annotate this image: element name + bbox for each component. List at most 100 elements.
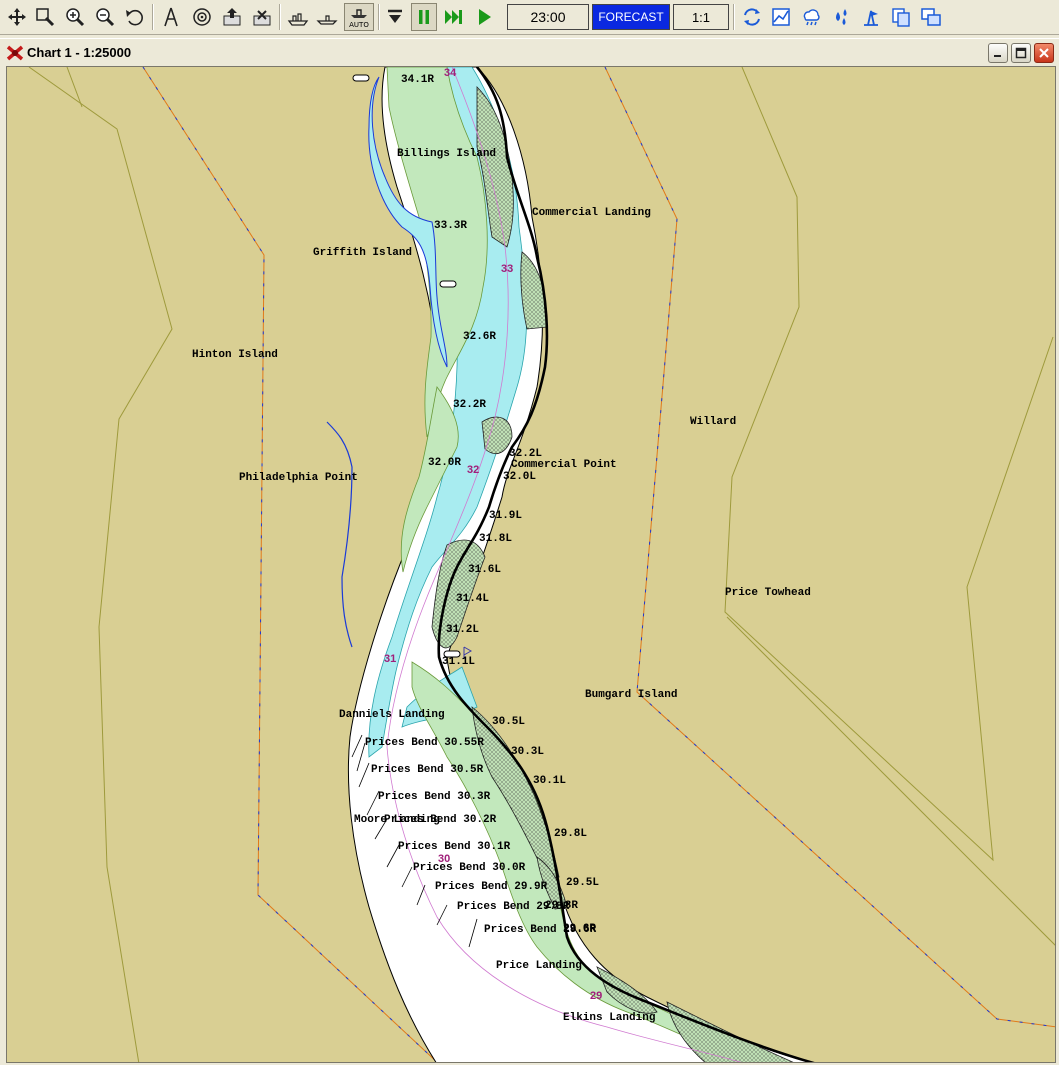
import-button[interactable] — [249, 3, 275, 31]
mile-marker-label: 32.2L — [509, 448, 543, 460]
prices-bend-label: Prices Bend 29.8R — [457, 901, 570, 913]
play-button[interactable] — [471, 3, 497, 31]
mile-marker-label: 32.2R — [453, 399, 487, 411]
zoom-out-button[interactable] — [92, 3, 118, 31]
mile-marker-label: 30.1L — [533, 775, 567, 787]
maximize-button[interactable] — [1011, 43, 1031, 63]
place-label: Willard — [690, 416, 737, 428]
place-label: Commercial Point — [511, 459, 617, 471]
place-label: Hinton Island — [192, 349, 278, 361]
place-label: Price Towhead — [725, 587, 811, 599]
mile-marker-label: 33.3R — [434, 220, 468, 232]
creek — [326, 421, 353, 648]
mile-marker-label: 31.8L — [479, 533, 513, 545]
scale-ratio-display[interactable]: 1:1 — [673, 4, 729, 30]
contour-line — [66, 67, 83, 108]
prices-bend-label: Prices Bend 29.6R — [484, 924, 597, 936]
window-title: Chart 1 - 1:25000 — [27, 45, 132, 60]
target-icon — [193, 8, 211, 26]
auto-label: AUTO — [349, 21, 369, 29]
undo-arrow-icon — [126, 9, 143, 26]
prices-bend-label: Prices Bend 29.9R — [435, 881, 548, 893]
water-level-button[interactable] — [828, 3, 854, 31]
copy-pages-icon — [892, 8, 910, 27]
river-mile-number: 30 — [438, 853, 451, 865]
contour-line — [726, 616, 1055, 946]
chart-window-titlebar[interactable]: Chart 1 - 1:25000 — [0, 38, 1059, 66]
mile-marker-label: 32.0R — [428, 457, 462, 469]
pan-tool-button[interactable] — [4, 3, 30, 31]
close-button[interactable] — [1034, 43, 1054, 63]
mile-marker-label: 31.6L — [468, 564, 502, 576]
prices-bend-label: Prices Bend 30.1R — [398, 841, 511, 853]
toolbar: AUTO 23:00 FORECAST 1:1 — [0, 0, 1059, 35]
time-display[interactable]: 23:00 — [507, 4, 589, 30]
windows-icon — [921, 8, 941, 26]
step-down-icon — [388, 9, 402, 23]
prices-bend-label: Prices Bend 30.5R — [371, 764, 484, 776]
chart-map-area[interactable]: Billings Island Commercial Landing Griff… — [6, 66, 1056, 1063]
target-button[interactable] — [189, 3, 215, 31]
export-button[interactable] — [219, 3, 245, 31]
chart-graph-icon — [772, 8, 790, 26]
rotate-arrows-icon — [744, 8, 760, 26]
river-mile-number: 32 — [467, 464, 480, 476]
prices-bend-label: Prices Bend 30.0R — [413, 862, 526, 874]
navigation-aid-button[interactable] — [858, 3, 884, 31]
pan-arrows-icon — [8, 8, 26, 26]
compass-divider-icon — [164, 7, 178, 27]
profile-chart-button[interactable] — [768, 3, 794, 31]
weather-button[interactable] — [798, 3, 824, 31]
zoom-window-button[interactable] — [32, 3, 58, 31]
rotate-view-button[interactable] — [739, 3, 765, 31]
mile-marker-label: 32.6R — [463, 331, 497, 343]
cloud-rain-icon — [803, 9, 820, 26]
lock-symbol — [439, 280, 457, 288]
close-icon — [1039, 48, 1049, 58]
mile-marker-label: 34.1R — [401, 74, 435, 86]
minimize-button[interactable] — [988, 43, 1008, 63]
fast-forward-button[interactable] — [441, 3, 467, 31]
step-button[interactable] — [382, 3, 408, 31]
place-label: Commercial Landing — [532, 207, 651, 219]
boundary-line — [604, 67, 1055, 1028]
place-label: Elkins Landing — [563, 1012, 656, 1024]
contour-line — [724, 67, 1054, 862]
chart-app-icon — [6, 45, 24, 61]
mile-marker-label: 31.4L — [456, 593, 490, 605]
pause-button[interactable] — [411, 3, 437, 31]
auto-follow-button[interactable]: AUTO — [344, 3, 374, 31]
mile-marker-label: 29.5L — [566, 877, 600, 889]
beacon-icon — [864, 10, 878, 26]
tile-windows-button[interactable] — [918, 3, 944, 31]
pause-icon — [419, 10, 429, 24]
play-icon — [479, 9, 491, 25]
copy-chart-button[interactable] — [888, 3, 914, 31]
export-tray-icon — [223, 8, 241, 26]
vessel-outline-button[interactable] — [314, 3, 340, 31]
place-label: Danniels Landing — [339, 709, 445, 721]
contour-line — [28, 67, 173, 1062]
fast-forward-icon — [445, 10, 462, 24]
vessel-view-button[interactable] — [285, 3, 311, 31]
boat-outline-icon — [316, 15, 338, 25]
place-label: Billings Island — [397, 148, 497, 160]
place-label: Philadelphia Point — [239, 472, 358, 484]
prices-bend-label: Prices Bend 30.3R — [378, 791, 491, 803]
river-mile-number: 31 — [384, 653, 397, 665]
forecast-button[interactable]: FORECAST — [592, 4, 670, 30]
mile-marker-label: 30.5L — [492, 716, 526, 728]
maximize-icon — [1015, 47, 1027, 59]
place-label: Bumgard Island — [585, 689, 678, 701]
river-mile-number: 33 — [501, 263, 514, 275]
zoom-in-button[interactable] — [62, 3, 88, 31]
vessel-icon — [287, 13, 309, 26]
water-drops-icon — [836, 9, 847, 25]
import-tray-icon — [253, 10, 271, 26]
mile-marker-label: 29.8L — [554, 828, 588, 840]
measure-tool-button[interactable] — [158, 3, 184, 31]
place-label: Price Landing — [496, 960, 582, 972]
river-mile-number: 29 — [590, 990, 603, 1002]
undo-view-button[interactable] — [122, 3, 148, 31]
mile-marker-label: 30.3L — [511, 746, 545, 758]
